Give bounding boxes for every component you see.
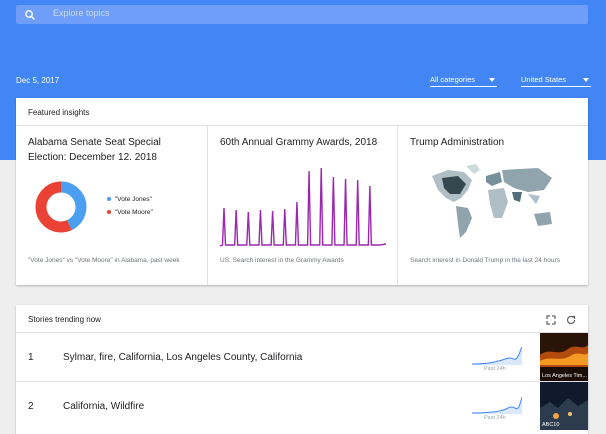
sparkline-label: Past 24h <box>484 415 506 421</box>
category-label: All categories <box>430 75 476 84</box>
chevron-down-icon <box>489 78 495 82</box>
fullscreen-icon[interactable] <box>545 312 556 325</box>
story-title: Sylmar, fire, California, Los Angeles Co… <box>63 352 303 363</box>
donut-chart <box>35 181 87 233</box>
trend-sparkline <box>472 346 522 365</box>
story-rank: 1 <box>28 352 34 363</box>
insight-trump[interactable]: Trump Administration Search interest in … <box>397 126 588 285</box>
insight-grammy[interactable]: 60th Annual Grammy Awards, 2018 US: Sear… <box>207 126 397 285</box>
insight-footer: Search interest in Donald Trump in the l… <box>410 257 560 264</box>
insight-footer: "Vote Jones" vs "Vote Moore" in Alabama,… <box>28 257 180 264</box>
stories-trending-title: Stories trending now <box>16 305 588 333</box>
story-rank: 2 <box>28 401 34 412</box>
list-item[interactable]: 1 Sylmar, fire, California, Los Angeles … <box>16 333 588 381</box>
current-date: Dec 5, 2017 <box>16 76 60 85</box>
sparkline-label: Past 24h <box>484 366 506 372</box>
insight-title: 60th Annual Grammy Awards, 2018 <box>220 137 378 148</box>
series-line <box>219 167 387 247</box>
region-dropdown[interactable]: United States <box>521 73 591 87</box>
list-item[interactable]: 2 California, Wildfire Past 24h ABC10 <box>16 381 588 430</box>
trend-sparkline <box>472 396 522 414</box>
story-image[interactable]: ABC10 <box>540 382 588 430</box>
category-dropdown[interactable]: All categories <box>430 73 497 87</box>
insight-alabama[interactable]: Alabama Senate Seat Special Election: De… <box>16 126 207 285</box>
insight-footer: US: Search interest in the Grammy Awards <box>220 257 344 264</box>
insight-title: Trump Administration <box>410 137 505 148</box>
refresh-icon[interactable] <box>566 312 576 325</box>
image-caption: Los Angeles Tim... <box>542 373 587 379</box>
search-icon <box>24 8 36 21</box>
search-placeholder[interactable]: Explore topics <box>53 8 110 18</box>
region-label: United States <box>521 75 567 84</box>
interest-chart <box>219 167 387 247</box>
legend-item: "Vote Moore" <box>107 209 153 216</box>
featured-insights-title: Featured insights <box>16 98 588 126</box>
search-bar[interactable]: Explore topics <box>16 5 588 24</box>
image-caption: ABC10 <box>542 422 560 428</box>
stories-toolbar <box>540 312 576 330</box>
legend-item: "Vote Jones" <box>107 196 152 203</box>
story-image[interactable]: Los Angeles Tim... <box>540 333 588 381</box>
featured-insights-card: Featured insights Alabama Senate Seat Sp… <box>16 98 588 285</box>
chevron-down-icon <box>583 78 589 82</box>
world-map <box>432 164 552 238</box>
story-title: California, Wildfire <box>63 401 145 412</box>
insight-title: Alabama Senate Seat Special Election: De… <box>28 137 161 163</box>
stories-trending-card: Stories trending now 1 Sylmar, fire, Cal… <box>16 305 588 434</box>
